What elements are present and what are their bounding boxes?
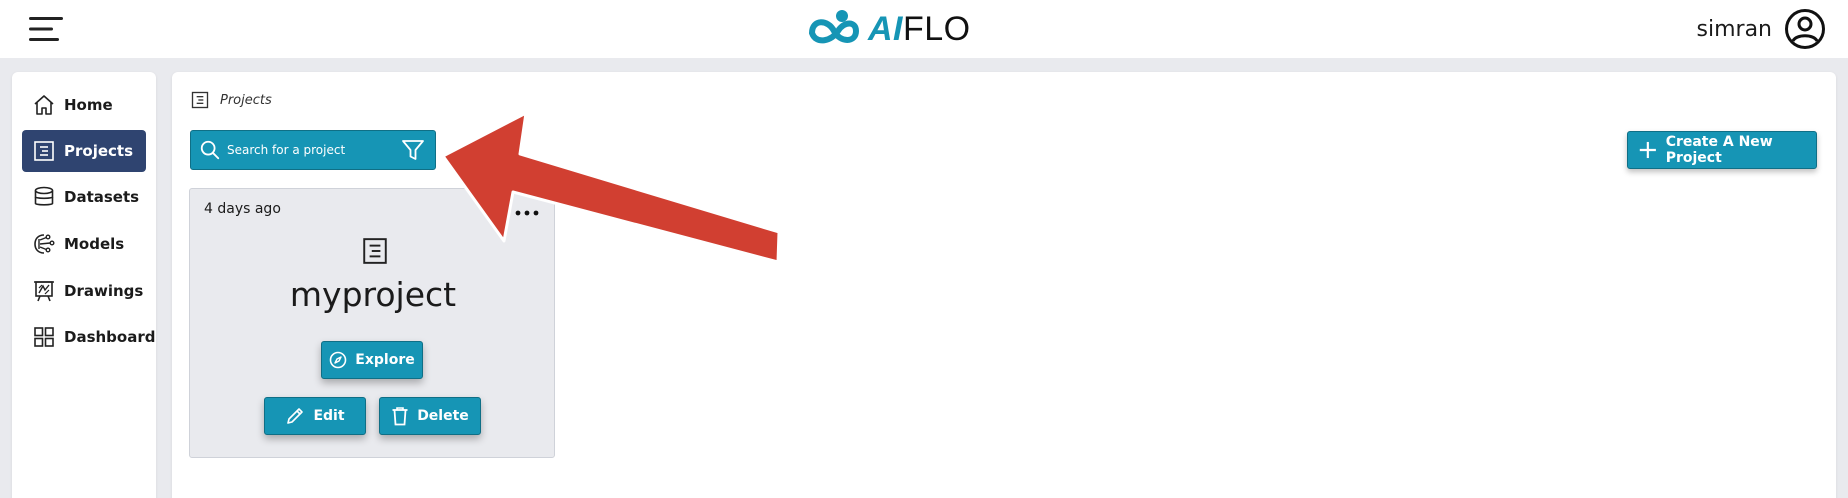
home-icon <box>34 95 54 115</box>
delete-button[interactable]: Delete <box>379 397 481 435</box>
sidebar-item-label: Home <box>64 96 113 114</box>
project-name: myproject <box>289 275 457 314</box>
explore-label: Explore <box>355 352 415 368</box>
create-project-button[interactable]: Create A New Project <box>1627 131 1817 169</box>
projects-icon <box>34 141 54 161</box>
compass-icon <box>329 351 347 369</box>
filter-icon[interactable] <box>399 136 427 164</box>
search-icon <box>200 140 220 160</box>
sidebar-item-label: Models <box>64 235 125 253</box>
delete-label: Delete <box>417 408 469 424</box>
edit-label: Edit <box>313 408 345 424</box>
annotation-arrow-icon <box>441 111 781 264</box>
breadcrumb: Projects <box>190 90 272 110</box>
main-panel: Projects Search for a project Create A N… <box>172 72 1836 498</box>
dashboard-icon <box>34 327 54 347</box>
edit-button[interactable]: Edit <box>264 397 366 435</box>
sidebar-item-dashboard[interactable]: Dashboard <box>22 316 155 358</box>
sidebar-item-drawings[interactable]: Drawings <box>22 270 146 312</box>
create-project-label: Create A New Project <box>1665 134 1773 166</box>
pencil-icon <box>287 408 304 424</box>
breadcrumb-label[interactable]: Projects <box>220 93 272 108</box>
sidebar-item-label: Datasets <box>64 188 140 206</box>
aiflo-logo-mark-icon <box>808 10 860 44</box>
sidebar-item-label: Dashboard <box>64 328 156 346</box>
logo-flo-text: FLO <box>903 9 971 48</box>
drawings-icon <box>34 281 54 302</box>
sidebar-item-datasets[interactable]: Datasets <box>22 176 146 218</box>
trash-icon <box>392 407 408 426</box>
sidebar-item-models[interactable]: Models <box>22 223 146 265</box>
search-placeholder: Search for a project <box>227 143 346 157</box>
models-icon <box>34 234 55 254</box>
sidebar-item-projects[interactable]: Projects <box>22 130 146 172</box>
aiflo-logo: AIFLO <box>806 6 971 52</box>
user-menu[interactable]: simran <box>1697 8 1826 50</box>
username: simran <box>1696 16 1772 42</box>
sidebar-item-label: Drawings <box>64 282 144 300</box>
sidebar-item-home[interactable]: Home <box>22 84 146 126</box>
top-bar: AIFLO simran <box>0 0 1848 58</box>
search-input[interactable]: Search for a project <box>190 130 436 170</box>
logo-ai-text: AI <box>868 9 903 48</box>
explore-button[interactable]: Explore <box>321 341 423 379</box>
plus-icon <box>1639 141 1656 159</box>
user-circle-icon[interactable] <box>1784 8 1826 50</box>
hamburger-icon[interactable] <box>28 14 64 44</box>
sidebar: Home Projects Datasets Models Drawings D… <box>12 72 156 498</box>
projects-icon <box>191 91 209 109</box>
database-icon <box>34 186 54 206</box>
sidebar-item-label: Projects <box>64 142 134 160</box>
project-time: 4 days ago <box>204 201 281 217</box>
project-icon <box>363 238 387 264</box>
